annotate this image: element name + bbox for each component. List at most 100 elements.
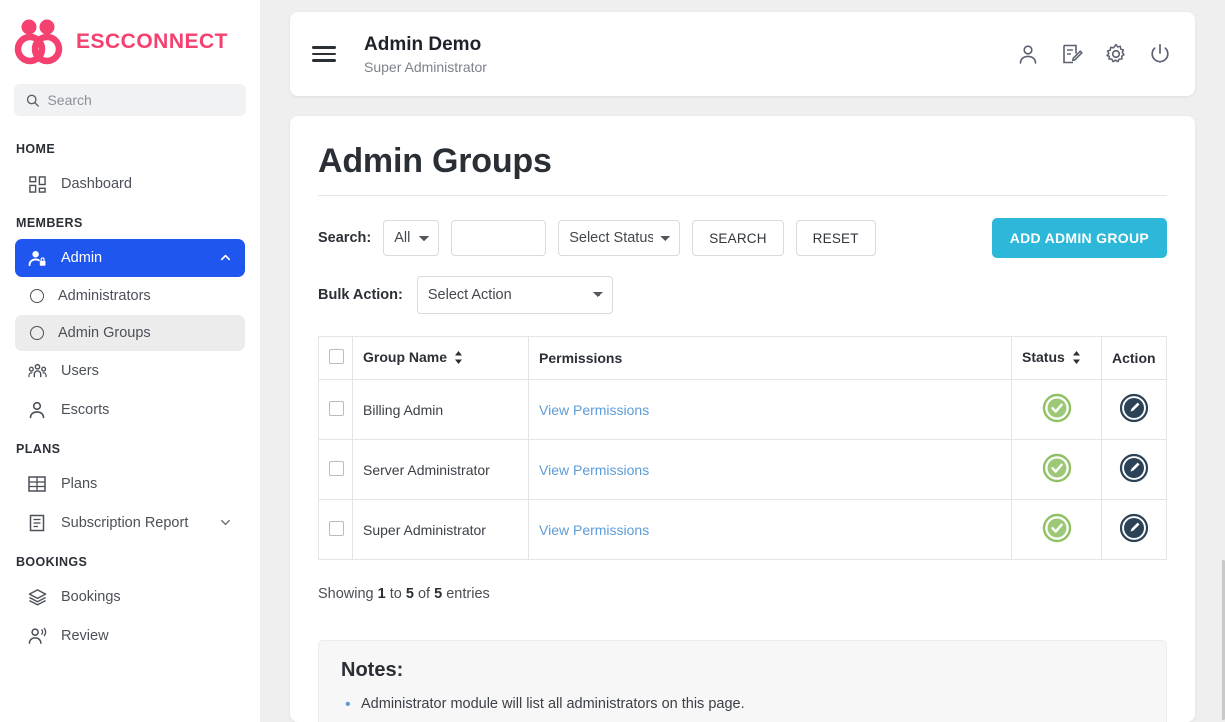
esc-connect-logo	[14, 18, 66, 66]
table-body: Billing Admin View Permissions Server Ad…	[318, 379, 1167, 560]
sidebar-section-plans: PLANS	[16, 442, 61, 456]
showing-prefix: Showing	[318, 586, 378, 602]
settings-gear-icon[interactable]	[1105, 43, 1127, 65]
search-scope-select[interactable]: All	[383, 220, 440, 256]
sort-arrows-icon[interactable]	[454, 350, 463, 367]
row-checkbox[interactable]	[329, 460, 344, 476]
notes-title: Notes:	[341, 659, 404, 681]
column-header-group-name[interactable]: Group Name	[352, 336, 529, 380]
person-voice-icon	[27, 626, 47, 646]
sidebar: ESCCONNECT HOME Dashboard MEMBERS	[0, 0, 260, 722]
bulk-action-select[interactable]: Select Action	[416, 276, 613, 314]
sidebar-item-administrators[interactable]: Administrators	[15, 278, 245, 314]
sidebar-item-escorts[interactable]: Escorts	[15, 391, 245, 429]
notes-list: Administrator module will list all admin…	[341, 693, 1144, 722]
showing-mid2: of	[413, 586, 435, 602]
sidebar-item-users[interactable]: Users	[15, 352, 245, 390]
sidebar-section-home: HOME	[16, 142, 56, 156]
sidebar-item-bookings[interactable]: Bookings	[15, 578, 245, 616]
sidebar-item-plans[interactable]: Plans	[15, 465, 245, 503]
column-header-action: Action	[1101, 336, 1167, 380]
search-term-input[interactable]	[451, 220, 547, 256]
add-admin-group-button[interactable]: ADD ADMIN GROUP	[991, 218, 1167, 258]
row-checkbox[interactable]	[329, 400, 344, 416]
green-check-circle-icon[interactable]	[1042, 453, 1072, 486]
view-permissions-link[interactable]: View Permissions	[539, 402, 649, 418]
top-bar-actions	[1017, 43, 1171, 65]
circle-outline-icon	[30, 326, 44, 340]
brand[interactable]: ESCCONNECT	[0, 0, 260, 76]
edit-document-icon[interactable]	[1061, 43, 1083, 65]
action-cell	[1101, 379, 1167, 440]
chevron-down-icon[interactable]	[219, 516, 233, 530]
showing-to: 5	[405, 586, 414, 602]
showing-total: 5	[434, 586, 443, 602]
table-grid-icon	[27, 474, 47, 494]
hamburger-menu-icon[interactable]	[312, 41, 338, 67]
bulk-action-label: Bulk Action:	[318, 287, 403, 303]
sidebar-item-label: Dashboard	[61, 176, 132, 192]
top-bar: Admin Demo Super Administrator	[290, 12, 1195, 96]
sidebar-item-label: Escorts	[61, 402, 110, 418]
users-group-icon	[27, 361, 47, 381]
edit-pencil-circle-icon[interactable]	[1119, 393, 1149, 426]
sidebar-search[interactable]	[14, 84, 246, 116]
sidebar-item-review[interactable]: Review	[15, 617, 245, 655]
table-header-row: Group Name Permissions Status Action	[318, 336, 1167, 380]
sidebar-item-subscription-report[interactable]: Subscription Report	[15, 504, 245, 542]
filter-toolbar: Search: All Select Status SEARCH RESET A…	[318, 218, 1167, 258]
row-checkbox[interactable]	[329, 520, 344, 536]
search-label: Search:	[318, 230, 372, 246]
user-lock-icon	[27, 248, 47, 268]
sidebar-item-dashboard[interactable]: Dashboard	[15, 165, 245, 203]
notes-panel: Notes: Administrator module will list al…	[318, 640, 1167, 722]
edit-pencil-circle-icon[interactable]	[1119, 513, 1149, 546]
sort-arrows-icon[interactable]	[1072, 350, 1081, 367]
column-label: Permissions	[539, 350, 623, 366]
power-logout-icon[interactable]	[1149, 43, 1171, 65]
sidebar-item-label: Review	[61, 628, 109, 644]
action-cell	[1101, 439, 1167, 500]
column-label: Group Name	[363, 349, 448, 366]
row-select-cell	[318, 379, 353, 440]
view-permissions-link[interactable]: View Permissions	[539, 522, 649, 538]
showing-suffix: entries	[442, 586, 490, 602]
action-cell	[1101, 499, 1167, 560]
status-filter-select[interactable]: Select Status	[558, 220, 681, 256]
row-select-cell	[318, 499, 353, 560]
column-header-status[interactable]: Status	[1011, 336, 1102, 380]
permissions-cell: View Permissions	[528, 439, 1012, 500]
profile-icon[interactable]	[1017, 43, 1039, 65]
green-check-circle-icon[interactable]	[1042, 393, 1072, 426]
sidebar-section-members: MEMBERS	[16, 216, 83, 230]
permissions-cell: View Permissions	[528, 499, 1012, 560]
status-cell	[1011, 379, 1102, 440]
layers-icon	[27, 587, 47, 607]
sidebar-item-admin[interactable]: Admin	[15, 239, 245, 277]
page-title: Admin Groups	[318, 142, 552, 180]
note-item: Administrator module will list all admin…	[341, 693, 1144, 717]
page-user-role: Super Administrator	[364, 58, 487, 75]
sidebar-item-admin-groups[interactable]: Admin Groups	[15, 315, 245, 351]
search-input[interactable]	[47, 92, 234, 108]
status-cell	[1011, 499, 1102, 560]
edit-pencil-circle-icon[interactable]	[1119, 453, 1149, 486]
sidebar-section-bookings: BOOKINGS	[16, 555, 88, 569]
search-button[interactable]: SEARCH	[692, 220, 784, 256]
green-check-circle-icon[interactable]	[1042, 513, 1072, 546]
select-all-header	[318, 336, 353, 380]
permissions-cell: View Permissions	[528, 379, 1012, 440]
column-label: Action	[1112, 350, 1156, 366]
group-name-cell: Billing Admin	[352, 379, 529, 440]
row-select-cell	[318, 439, 353, 500]
chevron-up-icon[interactable]	[219, 251, 233, 265]
sidebar-item-label: Subscription Report	[61, 515, 189, 531]
select-all-checkbox[interactable]	[329, 349, 344, 364]
table-row: Server Administrator View Permissions	[318, 439, 1167, 500]
column-header-permissions: Permissions	[528, 336, 1012, 380]
view-permissions-link[interactable]: View Permissions	[539, 462, 649, 478]
dashboard-grid-icon	[27, 174, 47, 194]
main-content: Admin Demo Super Administrator Admin Gro…	[260, 0, 1225, 722]
reset-button[interactable]: RESET	[795, 220, 876, 256]
brand-name: ESCCONNECT	[76, 30, 229, 53]
